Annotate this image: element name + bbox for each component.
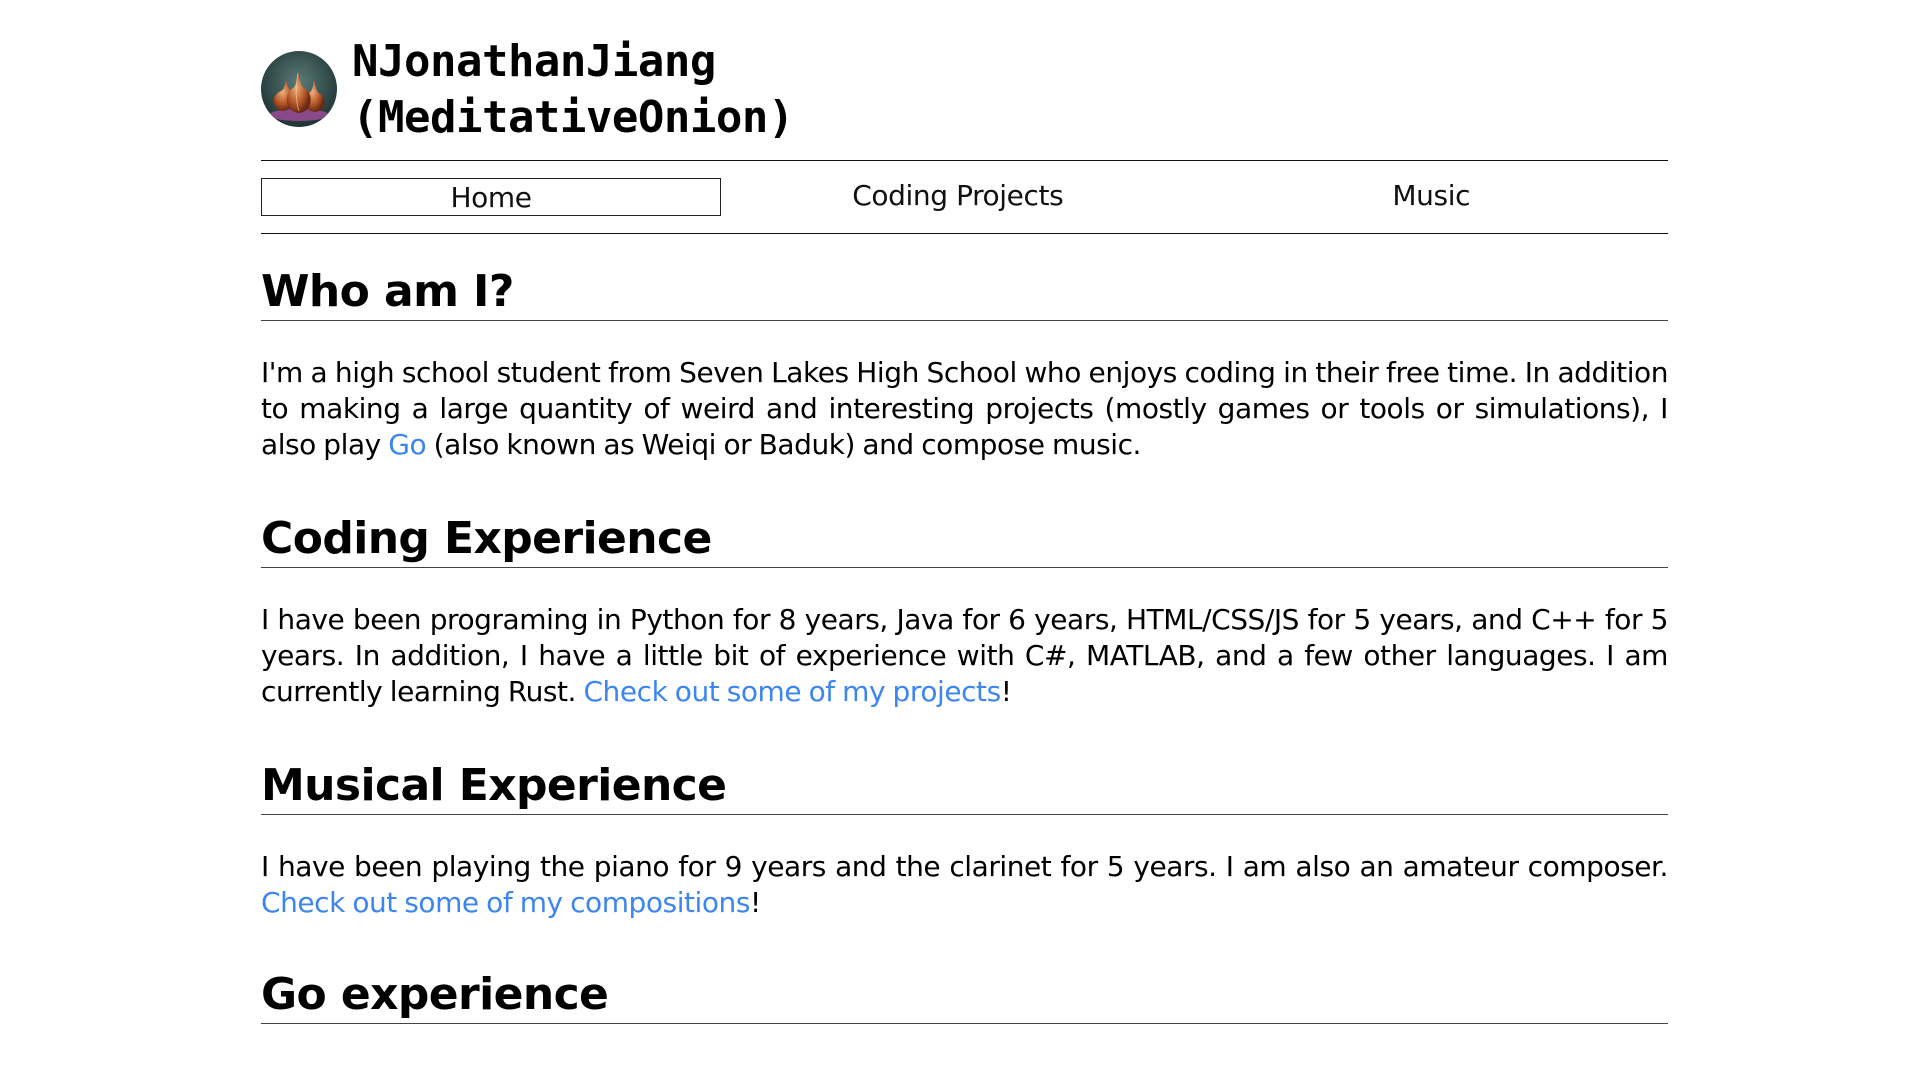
projects-link[interactable]: Check out some of my projects bbox=[583, 675, 1001, 708]
nav-music-label: Music bbox=[1392, 179, 1471, 212]
nav-music[interactable]: Music bbox=[1195, 161, 1669, 233]
section-heading: Who am I? bbox=[261, 266, 1668, 321]
section-paragraph: I'm a high school student from Seven Lak… bbox=[261, 355, 1668, 463]
paragraph-text: ! bbox=[750, 886, 761, 919]
paragraph-text: I have been playing the piano for 9 year… bbox=[261, 850, 1668, 883]
main-nav: Home Coding Projects Music bbox=[261, 161, 1668, 234]
section-coding-experience: Coding Experience I have been programing… bbox=[261, 463, 1668, 710]
site-header: NJonathanJiang (MeditativeOnion) bbox=[261, 0, 1668, 161]
section-paragraph: I have been programing in Python for 8 y… bbox=[261, 602, 1668, 710]
section-heading: Go experience bbox=[261, 969, 1668, 1024]
nav-home[interactable]: Home bbox=[261, 178, 721, 216]
section-heading: Coding Experience bbox=[261, 513, 1668, 568]
section-go-experience: Go experience bbox=[261, 921, 1668, 1024]
nav-coding-projects-label: Coding Projects bbox=[852, 179, 1064, 212]
onion-avatar-icon bbox=[261, 51, 337, 127]
section-paragraph: I have been playing the piano for 9 year… bbox=[261, 849, 1668, 921]
compositions-link[interactable]: Check out some of my compositions bbox=[261, 886, 750, 919]
section-who-am-i: Who am I? I'm a high school student from… bbox=[261, 234, 1668, 463]
nav-coding-projects[interactable]: Coding Projects bbox=[721, 161, 1195, 233]
page: NJonathanJiang (MeditativeOnion) Home Co… bbox=[261, 0, 1668, 1024]
nav-home-label: Home bbox=[450, 181, 532, 214]
paragraph-text: (also known as Weiqi or Baduk) and compo… bbox=[426, 428, 1142, 461]
section-heading: Musical Experience bbox=[261, 760, 1668, 815]
paragraph-text: ! bbox=[1000, 675, 1012, 708]
site-title: NJonathanJiang (MeditativeOnion) bbox=[352, 36, 794, 143]
section-musical-experience: Musical Experience I have been playing t… bbox=[261, 710, 1668, 921]
go-link[interactable]: Go bbox=[388, 428, 426, 461]
